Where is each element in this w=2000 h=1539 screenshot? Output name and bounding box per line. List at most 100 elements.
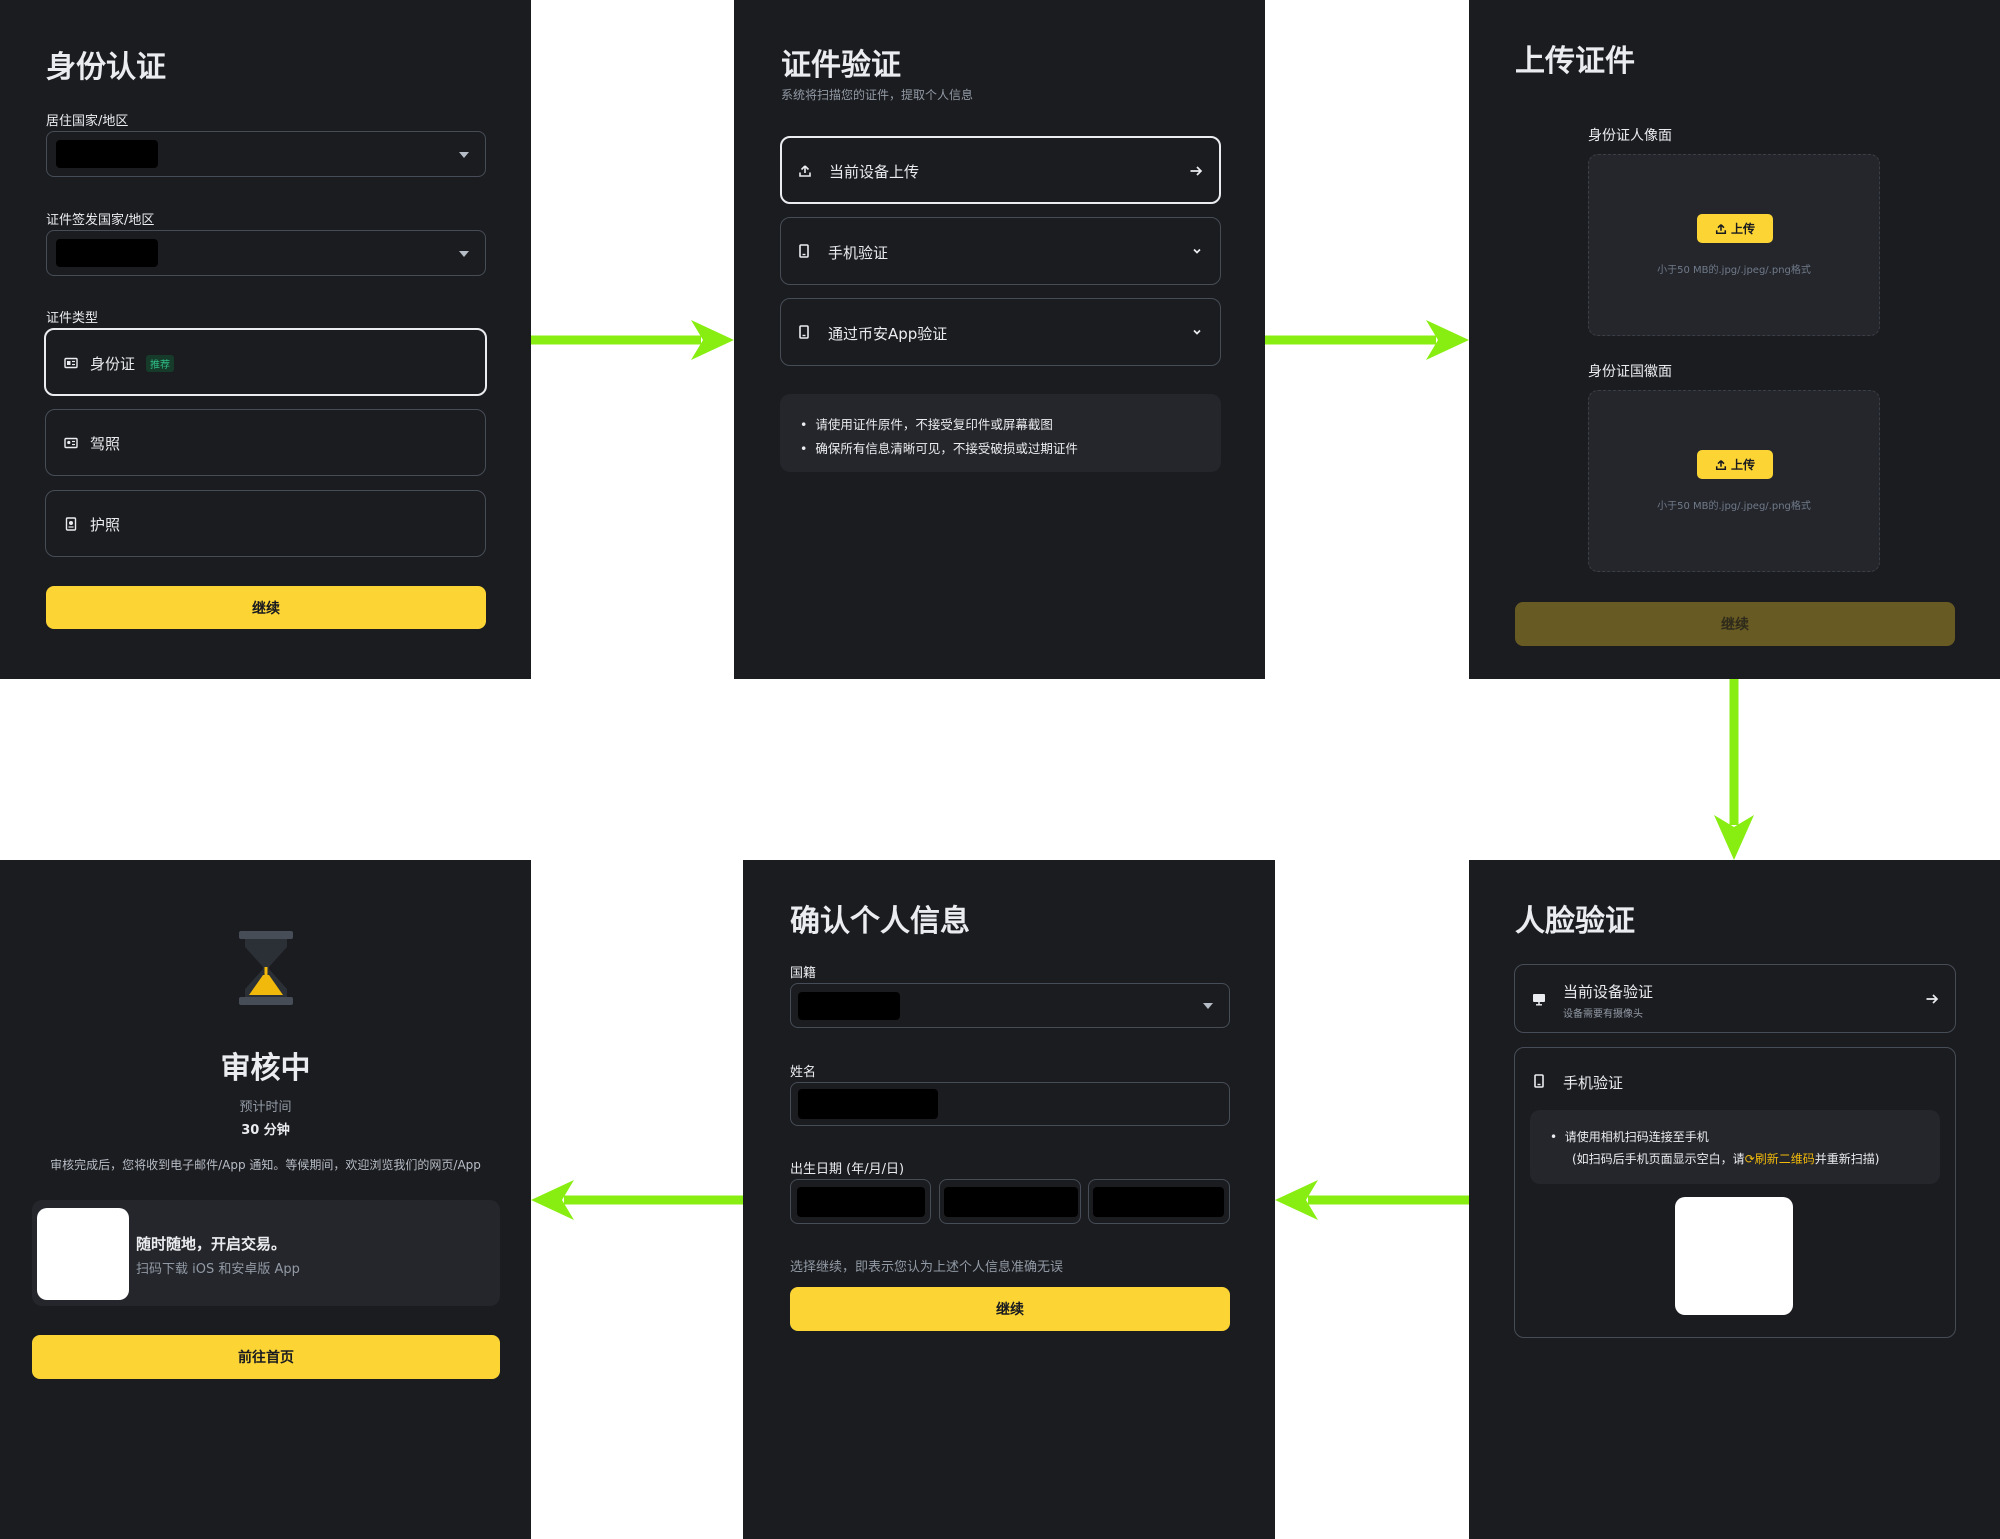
- page-subtitle: 系统将扫描您的证件，提取个人信息: [781, 88, 974, 102]
- flow-arrow-left: [1275, 1180, 1469, 1220]
- dob-year-input[interactable]: [790, 1179, 931, 1224]
- option-label: 手机验证: [828, 244, 889, 262]
- document-verification-panel: 证件验证 系统将扫描您的证件，提取个人信息 当前设备上传 手机验证 通过币安Ap…: [734, 0, 1265, 679]
- arrow-right-icon: [1190, 166, 1203, 176]
- option-label: 当前设备上传: [829, 163, 920, 181]
- upload-icon: [1715, 459, 1727, 470]
- passport-icon: [65, 517, 77, 531]
- scan-instruction-line: • 请使用相机扫码连接至手机: [1550, 1130, 1709, 1144]
- phone-icon: [1534, 1074, 1544, 1088]
- continue-button-disabled[interactable]: 继续: [1515, 602, 1955, 646]
- flow-arrow-left: [531, 1180, 743, 1220]
- caret-down-icon: [459, 152, 469, 158]
- doc-type-label: 证件类型: [46, 311, 99, 326]
- redacted-value: [56, 140, 158, 168]
- option-label: 通过币安App验证: [828, 325, 948, 343]
- confirm-info-panel: 确认个人信息 国籍 姓名 出生日期 (年/月/日) 选择继续，即表示您认为上述个…: [743, 860, 1275, 1539]
- file-format-hint: 小于50 MB的.jpg/.jpeg/.png格式: [1657, 501, 1811, 512]
- front-side-label: 身份证人像面: [1588, 128, 1672, 144]
- go-home-button[interactable]: 前往首页: [32, 1335, 500, 1379]
- option-label: 手机验证: [1563, 1074, 1624, 1092]
- id-card-icon: [64, 357, 78, 369]
- tip-item: • 请使用证件原件，不接受复印件或屏幕截图: [800, 417, 1053, 432]
- dob-month-input[interactable]: [939, 1179, 1081, 1224]
- upload-button[interactable]: 上传: [1697, 450, 1773, 479]
- doc-option-label: 护照: [90, 516, 121, 534]
- eta-label: 预计时间: [239, 1100, 292, 1115]
- page-title: 人脸验证: [1515, 904, 1635, 939]
- binance-app-verification-option[interactable]: 通过币安App验证: [780, 298, 1221, 366]
- file-format-hint: 小于50 MB的.jpg/.jpeg/.png格式: [1657, 265, 1811, 276]
- flow-arrow-down: [1714, 679, 1754, 860]
- flow-arrow-right: [531, 320, 734, 360]
- chevron-down-icon: [1193, 248, 1201, 254]
- refresh-icon: ⟳: [1744, 1152, 1755, 1166]
- promo-subtitle: 扫码下载 iOS 和安卓版 App: [136, 1262, 300, 1277]
- front-side-dropzone[interactable]: 上传 小于50 MB的.jpg/.jpeg/.png格式: [1588, 154, 1880, 336]
- arrow-right-icon: [1926, 994, 1939, 1004]
- back-side-dropzone[interactable]: 上传 小于50 MB的.jpg/.jpeg/.png格式: [1588, 390, 1880, 572]
- page-title: 身份认证: [46, 50, 166, 85]
- doc-option-label: 身份证: [90, 355, 136, 373]
- redacted-value: [798, 1089, 938, 1119]
- option-label: 当前设备验证: [1563, 983, 1654, 1001]
- phone-verification-option[interactable]: 手机验证: [780, 217, 1221, 285]
- scan-instructions: • 请使用相机扫码连接至手机 (如扫码后手机页面显示空白，请⟳刷新二维码并重新扫…: [1530, 1110, 1940, 1184]
- issuing-country-label: 证件签发国家/地区: [46, 213, 155, 228]
- option-sublabel: 设备需要有摄像头: [1563, 1009, 1643, 1020]
- redacted-value: [797, 1187, 925, 1217]
- qr-code: [1675, 1197, 1793, 1315]
- name-input[interactable]: [790, 1082, 1230, 1126]
- redacted-value: [56, 239, 158, 267]
- accuracy-disclaimer: 选择继续，即表示您认为上述个人信息准确无误: [790, 1260, 1064, 1275]
- doc-option-passport[interactable]: 护照: [45, 490, 486, 557]
- upload-button-label: 上传: [1730, 458, 1755, 472]
- residence-label: 居住国家/地区: [46, 114, 129, 129]
- scan-instruction-line: (如扫码后手机页面显示空白，请⟳刷新二维码并重新扫描): [1572, 1152, 1880, 1166]
- name-label: 姓名: [790, 1065, 817, 1080]
- identity-verification-panel: 身份认证 居住国家/地区 证件签发国家/地区 证件类型 身份证 推荐 驾照 护照…: [0, 0, 531, 679]
- refresh-qr-link[interactable]: 刷新二维码: [1755, 1152, 1815, 1166]
- issuing-country-select[interactable]: [46, 230, 486, 276]
- current-device-verification-option[interactable]: 当前设备验证 设备需要有摄像头: [1514, 964, 1956, 1033]
- page-title: 证件验证: [781, 48, 901, 83]
- status-title: 审核中: [220, 1051, 311, 1086]
- license-icon: [64, 437, 78, 449]
- continue-button[interactable]: 继续: [790, 1287, 1230, 1331]
- upload-icon: [799, 165, 811, 177]
- caret-down-icon: [459, 251, 469, 257]
- redacted-value: [1093, 1187, 1224, 1217]
- tip-item: • 确保所有信息清晰可见，不接受破损或过期证件: [800, 441, 1078, 456]
- hourglass-icon: [239, 931, 293, 1005]
- doc-option-label: 驾照: [90, 435, 121, 453]
- redacted-value: [944, 1187, 1078, 1217]
- recommended-badge: 推荐: [146, 355, 174, 372]
- dob-day-input[interactable]: [1088, 1179, 1230, 1224]
- page-title: 确认个人信息: [790, 904, 970, 939]
- face-verification-panel: 人脸验证 当前设备验证 设备需要有摄像头 手机验证 • 请使用相机扫码连接至手机…: [1469, 860, 2000, 1539]
- eta-value: 30 分钟: [241, 1123, 290, 1138]
- monitor-icon: [1533, 994, 1545, 1006]
- nationality-select[interactable]: [790, 983, 1230, 1028]
- doc-option-id-card[interactable]: 身份证 推荐: [44, 328, 487, 396]
- chevron-down-icon: [1193, 329, 1201, 335]
- residence-select[interactable]: [46, 131, 486, 177]
- phone-icon: [799, 325, 809, 339]
- doc-option-license[interactable]: 驾照: [45, 409, 486, 476]
- app-qr-code: [37, 1208, 129, 1300]
- upload-button-label: 上传: [1730, 222, 1755, 236]
- upload-current-device-option[interactable]: 当前设备上传: [780, 136, 1221, 204]
- app-download-card: 随时随地，开启交易。 扫码下载 iOS 和安卓版 App: [32, 1200, 500, 1306]
- promo-title: 随时随地，开启交易。: [136, 1235, 287, 1253]
- page-title: 上传证件: [1515, 44, 1635, 79]
- back-side-label: 身份证国徽面: [1588, 364, 1672, 380]
- upload-document-panel: 上传证件 身份证人像面 上传 小于50 MB的.jpg/.jpeg/.png格式…: [1469, 0, 2000, 679]
- review-notice: 审核完成后，您将收到电子邮件/App 通知。等候期间，欢迎浏览我们的网页/App: [50, 1158, 481, 1172]
- nationality-label: 国籍: [790, 966, 817, 981]
- continue-button[interactable]: 继续: [46, 586, 486, 629]
- upload-button[interactable]: 上传: [1697, 214, 1773, 243]
- phone-icon: [799, 244, 809, 258]
- flow-arrow-right: [1265, 320, 1469, 360]
- redacted-value: [798, 992, 900, 1020]
- tips-box: • 请使用证件原件，不接受复印件或屏幕截图 • 确保所有信息清晰可见，不接受破损…: [780, 394, 1221, 472]
